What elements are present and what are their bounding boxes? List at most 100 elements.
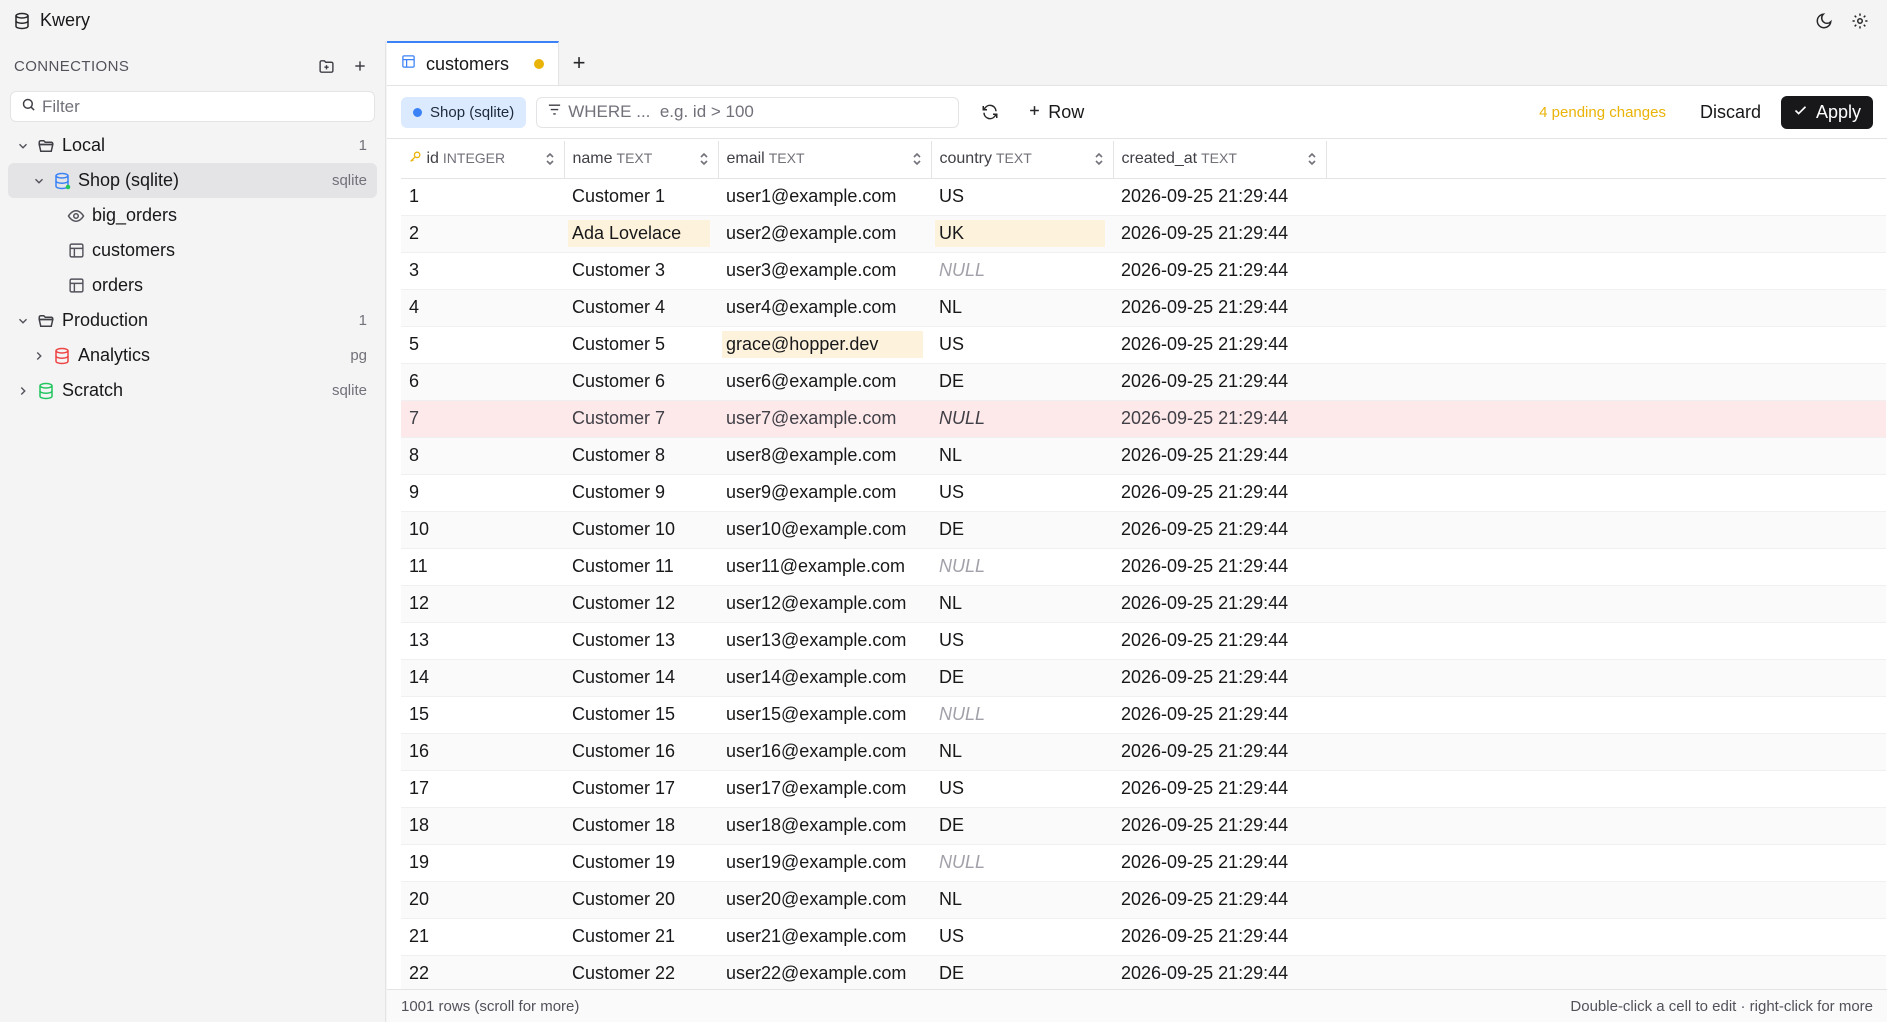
tree-item-scratch[interactable]: Scratch sqlite [8,373,377,408]
table-cell-email[interactable]: user6@example.com [718,363,931,401]
table-row[interactable]: 4 Customer 4 user4@example.com NL 2026-09-25… [401,289,1886,327]
table-cell-email[interactable]: user8@example.com [718,437,931,475]
chevron-right-icon[interactable] [14,382,32,400]
table-cell-created-at[interactable]: 2026-09-25 21:29:44 [1113,733,1326,771]
table-cell-created-at[interactable]: 2026-09-25 21:29:44 [1113,659,1326,697]
table-cell-created-at[interactable]: 2026-09-25 21:29:44 [1113,363,1326,401]
table-cell-name[interactable]: Customer 18 [564,807,718,845]
table-cell-id[interactable]: 18 [401,807,564,845]
table-cell-country[interactable]: NL [931,437,1113,475]
table-cell-name[interactable]: Customer 8 [564,437,718,475]
table-cell-id[interactable]: 12 [401,585,564,623]
table-cell-email[interactable]: user19@example.com [718,844,931,882]
table-cell-id[interactable]: 22 [401,955,564,993]
table-cell-name[interactable]: Customer 19 [564,844,718,882]
table-cell-name[interactable]: Customer 11 [564,548,718,586]
table-cell-email[interactable]: grace@hopper.dev [718,326,931,364]
sort-icon[interactable] [544,152,556,171]
table-cell-country[interactable]: US [931,178,1113,216]
table-cell-created-at[interactable]: 2026-09-25 21:29:44 [1113,955,1326,993]
table-cell-country[interactable]: NL [931,881,1113,919]
table-cell-id[interactable]: 11 [401,548,564,586]
table-cell-created-at[interactable]: 2026-09-25 21:29:44 [1113,474,1326,512]
tree-item-production[interactable]: Production 1 [8,303,377,338]
table-cell-country[interactable]: US [931,918,1113,956]
tree-item-shop-sqlite[interactable]: Shop (sqlite) sqlite [8,163,377,198]
table-cell-id[interactable]: 1 [401,178,564,216]
table-cell-country[interactable]: DE [931,955,1113,993]
add-row-button[interactable]: Row [1021,102,1090,123]
table-cell-name[interactable]: Customer 17 [564,770,718,808]
table-row[interactable]: 5 Customer 5 grace@hopper.dev US 2026-09-25 … [401,326,1886,364]
sort-icon[interactable] [1306,152,1318,171]
table-cell-name[interactable]: Customer 4 [564,289,718,327]
table-row[interactable]: 10 Customer 10 user10@example.com DE 2026-09… [401,511,1886,549]
moon-icon[interactable] [1813,10,1835,32]
table-cell-country[interactable]: US [931,622,1113,660]
table-cell-country[interactable]: DE [931,363,1113,401]
tree-item-orders[interactable]: orders [8,268,377,303]
table-cell-email[interactable]: user20@example.com [718,881,931,919]
table-row[interactable]: 13 Customer 13 user13@example.com US 2026-09… [401,622,1886,660]
table-cell-created-at[interactable]: 2026-09-25 21:29:44 [1113,548,1326,586]
table-cell-email[interactable]: user7@example.com [718,400,931,438]
table-cell-country[interactable]: NULL [931,696,1113,734]
table-cell-name[interactable]: Customer 9 [564,474,718,512]
table-cell-country[interactable]: NULL [931,844,1113,882]
filter-input[interactable] [42,96,362,117]
table-cell-created-at[interactable]: 2026-09-25 21:29:44 [1113,178,1326,216]
table-row[interactable]: 3 Customer 3 user3@example.com NULL 2026-09-… [401,252,1886,290]
table-row[interactable]: 12 Customer 12 user12@example.com NL 2026-09… [401,585,1886,623]
table-cell-email[interactable]: user3@example.com [718,252,931,290]
table-cell-email[interactable]: user11@example.com [718,548,931,586]
sort-icon[interactable] [698,152,710,171]
table-cell-id[interactable]: 2 [401,215,564,253]
column-header-country[interactable]: country TEXT [931,141,1114,179]
column-header-created-at[interactable]: created_at TEXT [1113,141,1327,179]
table-cell-created-at[interactable]: 2026-09-25 21:29:44 [1113,807,1326,845]
table-cell-email[interactable]: user1@example.com [718,178,931,216]
table-cell-created-at[interactable]: 2026-09-25 21:29:44 [1113,215,1326,253]
table-row[interactable]: 21 Customer 21 user21@example.com US 2026-09… [401,918,1886,956]
where-input[interactable] [568,102,949,122]
table-row[interactable]: 15 Customer 15 user15@example.com NULL 2026-… [401,696,1886,734]
table-cell-country[interactable]: US [931,474,1113,512]
table-cell-id[interactable]: 4 [401,289,564,327]
table-cell-created-at[interactable]: 2026-09-25 21:29:44 [1113,844,1326,882]
table-cell-country[interactable]: NULL [931,400,1113,438]
table-row[interactable]: 9 Customer 9 user9@example.com US 2026-09-25… [401,474,1886,512]
sort-icon[interactable] [911,152,923,171]
table-cell-email[interactable]: user4@example.com [718,289,931,327]
table-row[interactable]: 19 Customer 19 user19@example.com NULL 2026-… [401,844,1886,882]
table-cell-name[interactable]: Customer 5 [564,326,718,364]
table-cell-country[interactable]: NULL [931,548,1113,586]
table-cell-email[interactable]: user12@example.com [718,585,931,623]
table-cell-created-at[interactable]: 2026-09-25 21:29:44 [1113,881,1326,919]
table-cell-name[interactable]: Customer 3 [564,252,718,290]
tab-customers[interactable]: customers [387,41,559,85]
table-cell-country[interactable]: NL [931,585,1113,623]
table-cell-country[interactable]: NL [931,289,1113,327]
table-cell-id[interactable]: 8 [401,437,564,475]
table-row[interactable]: 2 Ada Lovelace user2@example.com UK 2026-09-… [401,215,1886,253]
table-cell-email[interactable]: user15@example.com [718,696,931,734]
chevron-down-icon[interactable] [14,312,32,330]
table-cell-id[interactable]: 17 [401,770,564,808]
table-cell-created-at[interactable]: 2026-09-25 21:29:44 [1113,437,1326,475]
table-cell-country[interactable]: DE [931,659,1113,697]
table-cell-email[interactable]: user17@example.com [718,770,931,808]
table-row[interactable]: 22 Customer 22 user22@example.com DE 2026-09… [401,955,1886,993]
table-cell-created-at[interactable]: 2026-09-25 21:29:44 [1113,770,1326,808]
table-cell-name[interactable]: Customer 22 [564,955,718,993]
new-tab-button[interactable]: + [559,41,599,85]
table-cell-name[interactable]: Customer 15 [564,696,718,734]
table-cell-id[interactable]: 10 [401,511,564,549]
table-cell-id[interactable]: 14 [401,659,564,697]
table-row[interactable]: 8 Customer 8 user8@example.com NL 2026-09-25… [401,437,1886,475]
table-cell-name[interactable]: Customer 10 [564,511,718,549]
table-cell-name[interactable]: Customer 1 [564,178,718,216]
table-row[interactable]: 17 Customer 17 user17@example.com US 2026-09… [401,770,1886,808]
table-row[interactable]: 16 Customer 16 user16@example.com NL 2026-09… [401,733,1886,771]
tree-item-big-orders[interactable]: big_orders [8,198,377,233]
column-header-email[interactable]: email TEXT [718,141,932,179]
